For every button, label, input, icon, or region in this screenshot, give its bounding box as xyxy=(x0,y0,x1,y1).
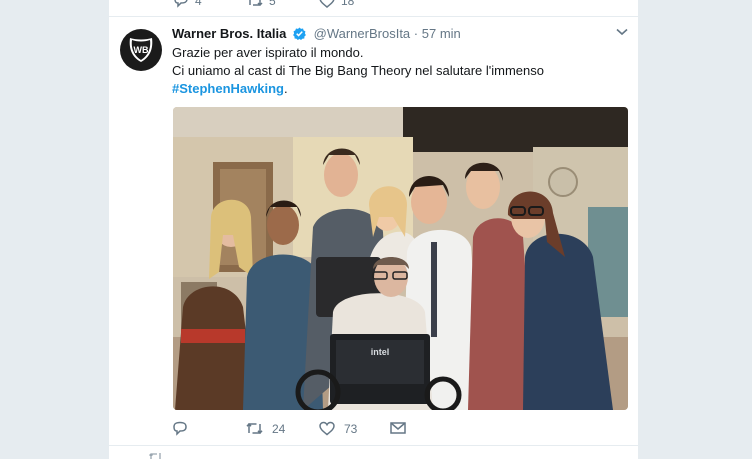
tweet-photo[interactable]: intel xyxy=(173,107,628,410)
tweet-separator xyxy=(109,445,638,446)
prev-like-action[interactable]: 18 xyxy=(319,0,354,8)
reply-icon xyxy=(173,421,187,436)
retweet-icon xyxy=(149,453,161,459)
prev-retweet-count: 5 xyxy=(269,0,276,8)
reply-action[interactable] xyxy=(172,421,197,436)
prev-reply-count: 4 xyxy=(195,0,202,8)
heart-icon xyxy=(319,0,335,8)
retweet-icon xyxy=(249,0,263,7)
heart-icon xyxy=(319,421,335,436)
author-handle[interactable]: @WarnerBrosIta xyxy=(314,26,411,41)
header-separator: · xyxy=(413,26,419,41)
hashtag-link[interactable]: #StephenHawking xyxy=(172,81,284,96)
direct-message-action[interactable] xyxy=(390,421,406,435)
svg-text:WB: WB xyxy=(134,45,149,55)
verified-badge-icon xyxy=(293,27,306,40)
prev-retweet-action[interactable]: 5 xyxy=(247,0,276,8)
avatar[interactable]: WB xyxy=(120,29,162,71)
tweet-text-line-2: Ci uniamo al cast di The Big Bang Theory… xyxy=(172,63,544,78)
tweet-actions: 24 73 xyxy=(172,421,572,443)
like-count: 73 xyxy=(344,421,358,436)
retweet-icon xyxy=(246,422,263,435)
author-name[interactable]: Warner Bros. Italia xyxy=(172,26,286,41)
reply-icon xyxy=(174,0,188,8)
retweet-count: 24 xyxy=(272,421,286,436)
tweet-text-line-1: Grazie per aver ispirato il mondo. xyxy=(172,45,364,60)
svg-text:intel: intel xyxy=(371,347,390,357)
tweet-text-line-3: #StephenHawking. xyxy=(172,80,627,98)
tweet[interactable]: WB Warner Bros. Italia @WarnerBrosIta · … xyxy=(109,17,638,445)
retweet-action[interactable]: 24 xyxy=(246,421,285,436)
envelope-icon xyxy=(390,422,406,434)
previous-tweet-actions: 4 5 18 xyxy=(109,0,638,17)
tweet-header: Warner Bros. Italia @WarnerBrosIta · 57 … xyxy=(172,26,627,44)
cast-group-photo: intel xyxy=(173,107,628,410)
tweet-timestamp[interactable]: 57 min xyxy=(422,26,461,41)
prev-reply-action[interactable]: 4 xyxy=(173,0,202,8)
chevron-down-icon[interactable] xyxy=(616,28,628,36)
timeline-column: 4 5 18 WB Warner Bros. Italia @WarnerBro… xyxy=(109,0,638,459)
tweet-text: Grazie per aver ispirato il mondo. Ci un… xyxy=(172,44,627,98)
warner-bros-shield-logo: WB xyxy=(129,38,153,62)
tweet-text-end: . xyxy=(283,81,288,96)
like-action[interactable]: 73 xyxy=(319,421,357,436)
next-tweet-context xyxy=(149,452,349,459)
prev-like-count: 18 xyxy=(341,0,355,8)
